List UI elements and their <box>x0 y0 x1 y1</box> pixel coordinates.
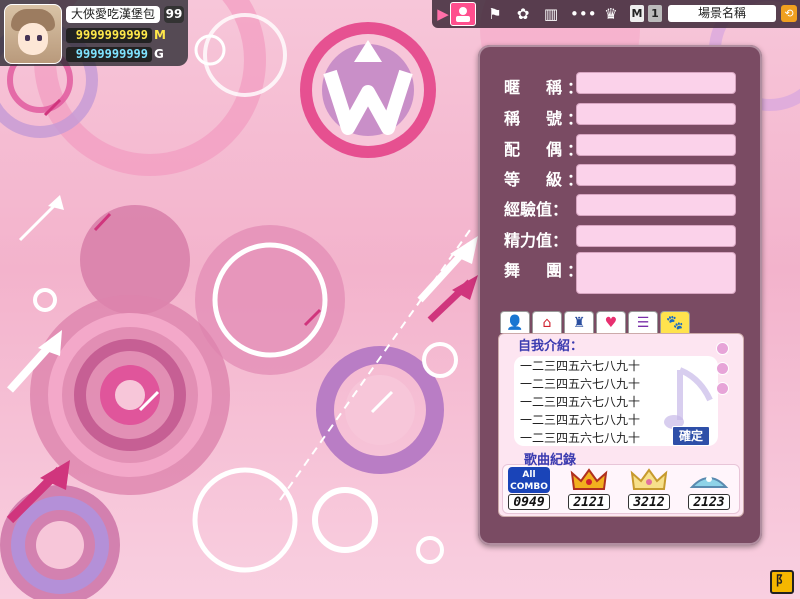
player-level: 99 <box>164 6 184 23</box>
book-icon[interactable]: ▥ <box>540 4 562 24</box>
scroll-dot <box>716 362 729 375</box>
spouse-field <box>576 134 736 156</box>
song-records-title: 歌曲紀錄 <box>524 453 577 468</box>
profile-icon[interactable] <box>450 2 476 26</box>
paw-icon[interactable]: ✿ <box>512 4 534 24</box>
gold-crown-badge <box>568 467 610 493</box>
spouse-label: 配 偶： <box>504 140 589 159</box>
energy-field <box>576 225 736 247</box>
dance-team-label: 舞 團： <box>504 261 589 280</box>
intro-line: 一二三四五六七八九十 <box>520 377 641 391</box>
intro-line: 一二三四五六七八九十 <box>520 413 641 427</box>
person-icon[interactable]: 👤 <box>500 311 530 333</box>
song-score: 2121 <box>568 494 610 510</box>
energy-label: 精力值： <box>504 231 569 250</box>
all-combo-badge: All COMBO <box>508 467 550 493</box>
money-unit: M <box>154 28 166 42</box>
mode-1-button[interactable]: 1 <box>648 5 662 22</box>
tiara-badge <box>688 467 730 493</box>
intro-line: 一二三四五六七八九十 <box>520 395 641 409</box>
outfit-icon[interactable]: ♜ <box>564 311 594 333</box>
money-value: 9999999999 <box>66 28 152 43</box>
house-icon[interactable]: ⌂ <box>532 311 562 333</box>
intro-line: 一二三四五六七八九十 <box>520 359 641 373</box>
level-field <box>576 164 736 186</box>
silver-crown-badge <box>628 467 670 493</box>
scroll-dot <box>716 382 729 395</box>
experience-field <box>576 194 736 216</box>
heart-icon[interactable]: ♥ <box>596 311 626 333</box>
experience-label: 經驗值： <box>504 200 569 219</box>
intro-line: 一二三四五六七八九十 <box>520 431 641 445</box>
title-label: 稱 號： <box>504 109 589 128</box>
flag-icon[interactable]: ⚑ <box>484 4 506 24</box>
level-label: 等 級： <box>504 170 589 189</box>
scene-name-field: 場景名稱 <box>668 5 776 22</box>
song-score: 3212 <box>628 494 670 510</box>
song-score: 0949 <box>508 494 550 510</box>
self-intro-title: 自我介紹： <box>518 339 584 354</box>
confirm-button[interactable]: 確定 <box>672 426 710 446</box>
w-logo-emblem <box>300 22 436 158</box>
gold-value: 9999999999 <box>66 47 152 62</box>
paw-icon[interactable]: 🐾 <box>660 311 690 333</box>
mode-m-button[interactable]: M <box>630 5 644 22</box>
scroll-dot <box>716 342 729 355</box>
list-icon[interactable]: ☰ <box>628 311 658 333</box>
dots-icon[interactable]: ••• <box>570 4 597 24</box>
nickname-field <box>576 72 736 94</box>
corner-menu-icon[interactable]: 阝 <box>770 570 794 594</box>
player-name: 大俠愛吃漢堡包 <box>66 6 160 23</box>
dance-team-field <box>576 252 736 294</box>
title-field <box>576 103 736 125</box>
player-avatar[interactable] <box>4 4 62 64</box>
nickname-label: 暱 稱： <box>504 78 589 97</box>
song-score: 2123 <box>688 494 730 510</box>
exit-icon[interactable]: ⟲ <box>781 5 797 22</box>
trophy-icon[interactable]: ♛ <box>600 4 622 24</box>
gold-unit: G <box>154 47 164 61</box>
